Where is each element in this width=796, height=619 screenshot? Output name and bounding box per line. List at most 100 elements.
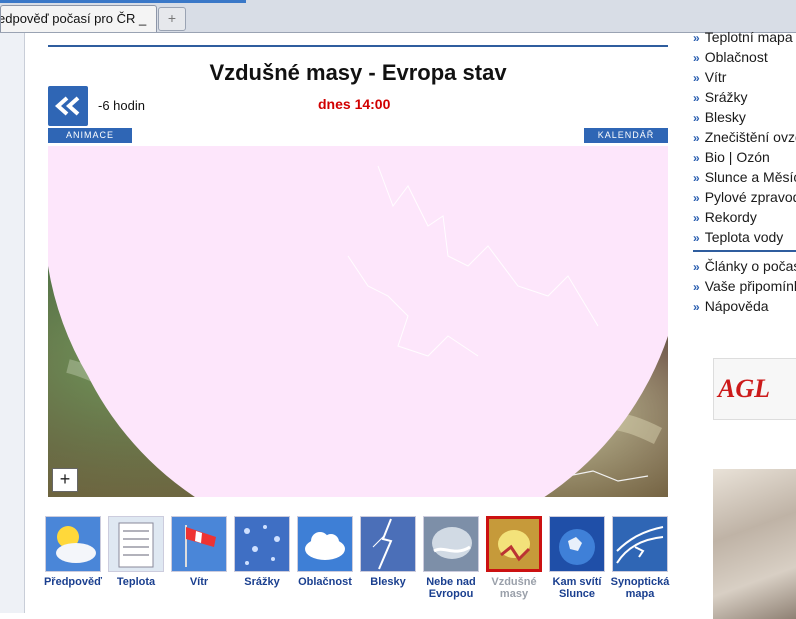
thumbnail-label-line1: Teplota	[116, 576, 156, 588]
tab-bar-accent	[0, 0, 246, 3]
menu-link-label: Vítr	[704, 69, 727, 85]
menu-link-label: Znečištění ovzduší	[704, 129, 796, 145]
thumbnail-label: Teplota	[105, 576, 167, 588]
thumbnail-label-line1: Blesky	[370, 576, 406, 588]
thumbnail-label-line2: mapa	[625, 588, 655, 600]
menu-link[interactable]: » Rekordy	[693, 207, 796, 227]
satellite-europe-icon	[423, 516, 479, 572]
thumbnail-air-mass[interactable]: Vzdušné masy	[483, 516, 545, 600]
left-scroll-strip	[0, 33, 25, 613]
menu-bullet-icon: »	[693, 171, 700, 185]
raindrops-icon	[234, 516, 290, 572]
menu-link[interactable]: » Slunce a Měsíc	[693, 167, 796, 187]
double-chevron-left-icon	[54, 96, 80, 116]
thumbnail-label: Nebe nad Evropou	[420, 576, 482, 600]
right-menu: » Teplotní mapa » Oblačnost » Vítr » Srážky » Ble…	[693, 27, 796, 316]
thumbnail-label: Vítr	[168, 576, 230, 588]
menu-link-label: Srážky	[704, 89, 748, 105]
menu-bullet-icon: »	[693, 91, 700, 105]
menu-link-label: Teplota vody	[704, 229, 784, 245]
thumbnail-label: Blesky	[357, 576, 419, 588]
menu-link-label: Vaše připomínky	[704, 278, 796, 294]
menu-link[interactable]: » Vítr	[693, 67, 796, 87]
thumbnail-lightning[interactable]: Blesky	[357, 516, 419, 588]
menu-link-label: Blesky	[704, 109, 746, 125]
thumbnail-label-line1: Nebe nad	[426, 576, 476, 588]
new-tab-button[interactable]: +	[158, 7, 186, 31]
menu-link-label: Slunce a Měsíc	[704, 169, 796, 185]
menu-bullet-icon: »	[693, 131, 700, 145]
ad-banner-photo[interactable]	[713, 469, 796, 619]
menu-bullet-icon: »	[693, 211, 700, 225]
menu-link[interactable]: » Srážky	[693, 87, 796, 107]
menu-link[interactable]: » Teplota vody	[693, 227, 796, 247]
page-title: Vzdušné masy - Evropa stav	[209, 60, 507, 85]
menu-link[interactable]: » Teplotní mapa	[693, 27, 796, 47]
air-mass-icon	[486, 516, 542, 572]
menu-bullet-icon: »	[693, 260, 700, 274]
thumbnail-label-line1: Vzdušné	[491, 576, 537, 588]
menu-bullet-icon: »	[693, 231, 700, 245]
thumbnail-label: Předpověď	[42, 576, 104, 588]
calendar-button[interactable]: KALENDÁŘ	[584, 128, 668, 143]
menu-link[interactable]: » Pylové zpravodajství	[693, 187, 796, 207]
menu-link-label: Pylové zpravodajství	[704, 189, 796, 205]
menu-bullet-icon: »	[693, 191, 700, 205]
menu-bullet-icon: »	[693, 151, 700, 165]
windsock-icon	[171, 516, 227, 572]
menu-bullet-icon: »	[693, 280, 700, 294]
sun-cloud-icon	[45, 516, 101, 572]
menu-bullet-icon: »	[693, 300, 700, 314]
lightning-icon	[360, 516, 416, 572]
menu-link-label: Články o počasí	[704, 258, 796, 274]
menu-link[interactable]: » Znečištění ovzduší	[693, 127, 796, 147]
thumbnail-label-line1: Oblačnost	[298, 576, 352, 588]
browser-tab-bar: edpověď počasí pro ČR _ +	[0, 0, 796, 33]
thumbnail-label-line2: masy	[499, 588, 529, 600]
header-rule	[48, 45, 668, 47]
thumbnail-satellite-europe[interactable]: Nebe nad Evropou	[420, 516, 482, 600]
thumbnail-label: Oblačnost	[294, 576, 356, 588]
thumbnail-label: Vzdušné masy	[483, 576, 545, 600]
thermometer-icon	[108, 516, 164, 572]
ad-banner-logo[interactable]: AGL	[713, 358, 796, 420]
thumbnail-label-line2: Evropou	[428, 588, 474, 600]
thumbnail-label: Kam svítí Slunce	[546, 576, 608, 600]
menu-link[interactable]: » Bio | Ozón	[693, 147, 796, 167]
thumbnail-windsock[interactable]: Vítr	[168, 516, 230, 588]
thumbnail-raindrops[interactable]: Srážky	[231, 516, 293, 588]
menu-link[interactable]: » Oblačnost	[693, 47, 796, 67]
tab-title: edpověď počasí pro ČR _	[0, 11, 147, 26]
air-mass-map[interactable]: +	[48, 146, 668, 497]
thumbnail-label-line2: Slunce	[558, 588, 596, 600]
menu-separator	[693, 250, 796, 252]
thumbnail-label-line1: Kam svítí	[552, 576, 602, 588]
animation-button[interactable]: ANIMACE	[48, 128, 132, 143]
menu-link-label: Teplotní mapa	[704, 29, 793, 45]
menu-bullet-icon: »	[693, 51, 700, 65]
menu-link-label: Oblačnost	[704, 49, 768, 65]
prev-time-label[interactable]: -6 hodin	[98, 98, 145, 113]
cloud-icon	[297, 516, 353, 572]
thumbnail-sun-cloud[interactable]: Předpověď	[42, 516, 104, 588]
thumbnail-synoptic-map[interactable]: Synoptická mapa	[609, 516, 671, 600]
menu-bullet-icon: »	[693, 111, 700, 125]
thumbnail-label-line1: Předpověď	[43, 576, 103, 588]
menu-link[interactable]: » Články o počasí	[693, 256, 796, 276]
thumbnail-thermometer[interactable]: Teplota	[105, 516, 167, 588]
agl-logo: AGL	[718, 374, 770, 403]
thumbnail-label: Srážky	[231, 576, 293, 588]
menu-link[interactable]: » Vaše připomínky	[693, 276, 796, 296]
zoom-in-button[interactable]: +	[52, 468, 78, 492]
menu-link-label: Bio | Ozón	[704, 149, 770, 165]
browser-tab[interactable]: edpověď počasí pro ČR _	[0, 5, 157, 32]
menu-link[interactable]: » Blesky	[693, 107, 796, 127]
thumbnail-earth-sun[interactable]: Kam svítí Slunce	[546, 516, 608, 600]
thumbnail-label-line1: Synoptická	[610, 576, 670, 588]
thumbnail-cloud[interactable]: Oblačnost	[294, 516, 356, 588]
back-6h-button[interactable]	[48, 86, 88, 126]
synoptic-map-icon	[612, 516, 668, 572]
menu-link[interactable]: » Nápověda	[693, 296, 796, 316]
current-time-label: dnes 14:00	[318, 96, 391, 112]
page: Vzdušné masy - Evropa stav -6 hodin dnes…	[0, 29, 796, 619]
